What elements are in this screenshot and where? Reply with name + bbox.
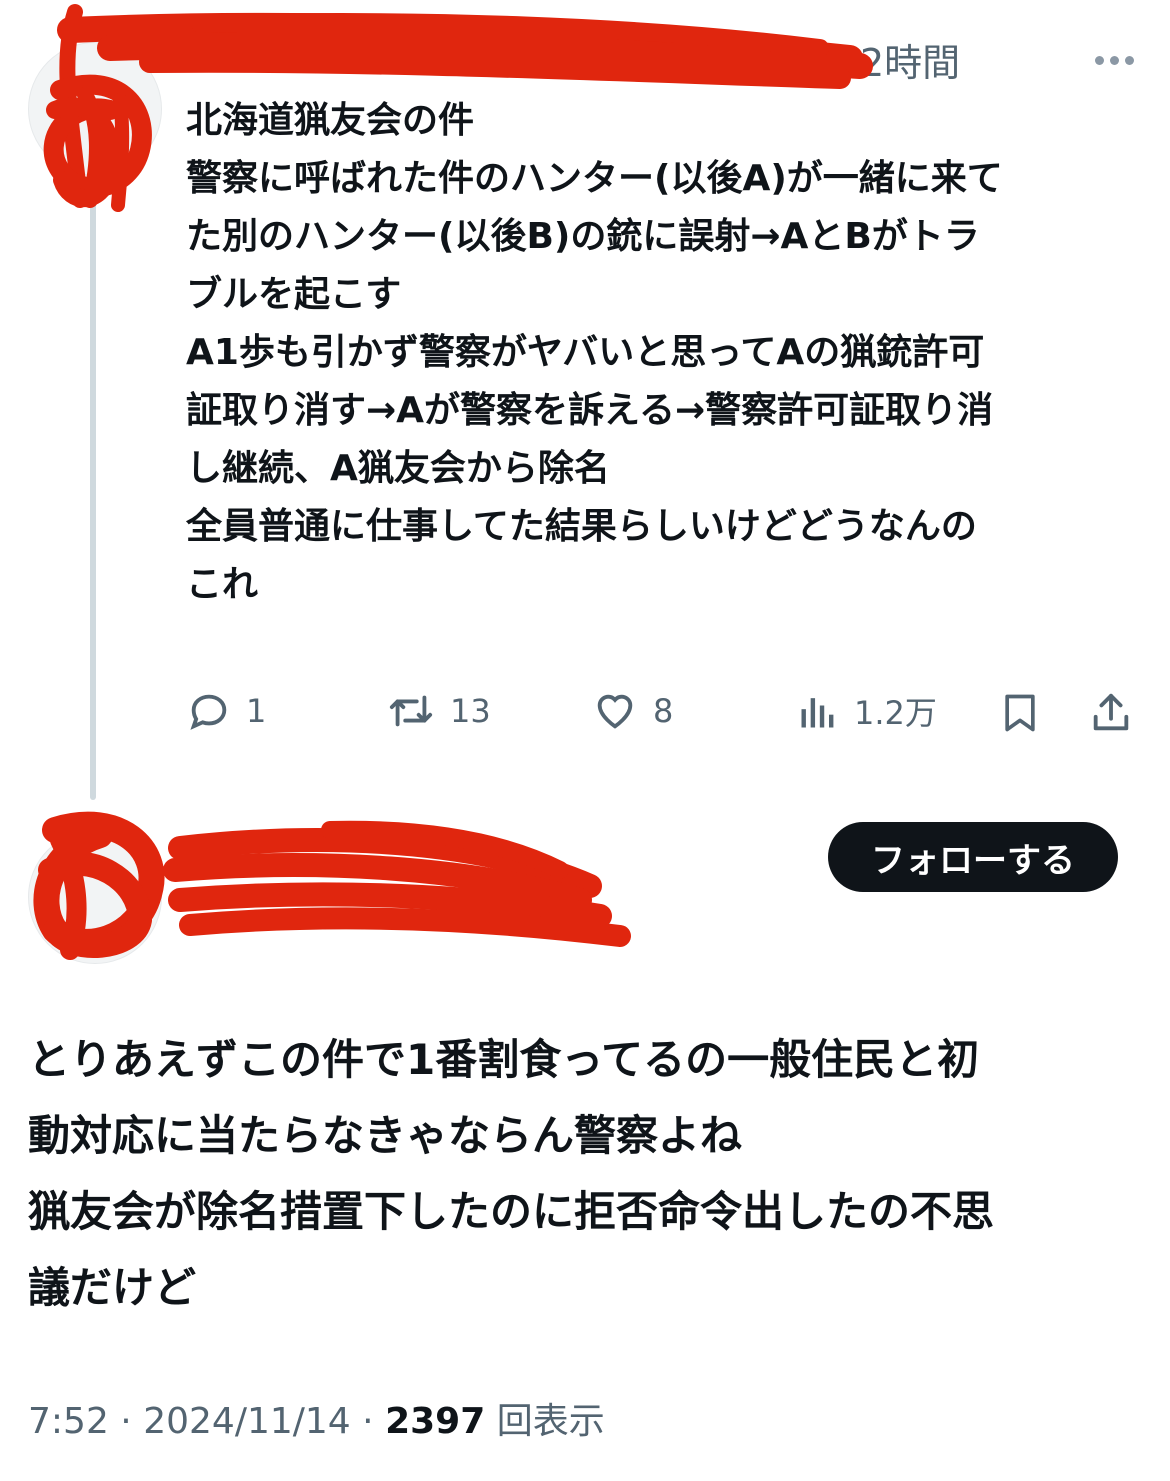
view-count: 2397 bbox=[385, 1401, 486, 1442]
reply-line: 議だけど bbox=[28, 1263, 197, 1312]
post-line: ブルを起こす bbox=[186, 274, 402, 315]
views-button[interactable]: 1.2万 bbox=[796, 688, 937, 734]
reply-button[interactable]: 1 bbox=[186, 688, 266, 734]
post-text: 北海道猟友会の件 警察に呼ばれた件のハンター(以後A)が一緒に来て た別のハンタ… bbox=[186, 92, 1156, 614]
meta-separator: · bbox=[120, 1401, 132, 1442]
like-button[interactable]: 8 bbox=[591, 688, 673, 734]
share-button[interactable] bbox=[1088, 688, 1148, 738]
view-count-label: 回表示 bbox=[496, 1401, 605, 1442]
post-meta: 7:52 · 2024/11/14 · 2397 回表示 bbox=[28, 1392, 605, 1444]
like-count: 8 bbox=[653, 692, 674, 730]
reply-text: とりあえずこの件で1番割食ってるの一般住民と初 動対応に当たらなきゃならん警察よ… bbox=[28, 1022, 1138, 1326]
views-count: 1.2万 bbox=[854, 694, 937, 732]
post-timestamp[interactable]: 2時間 bbox=[860, 32, 960, 87]
reply-line: 猟友会が除名措置下したのに拒否命令出したの不思 bbox=[28, 1187, 995, 1236]
reply-icon bbox=[190, 694, 227, 730]
reply-line: とりあえずこの件で1番割食ってるの一般住民と初 bbox=[28, 1035, 980, 1084]
post-line: た別のハンター(以後B)の銃に誤射→AとBがトラ bbox=[186, 216, 980, 257]
follow-button[interactable]: フォローする bbox=[828, 822, 1118, 892]
post-line: これ bbox=[186, 564, 259, 605]
meta-separator: · bbox=[362, 1401, 374, 1442]
repost-icon bbox=[389, 695, 433, 727]
reply-count: 1 bbox=[246, 692, 267, 730]
avatar[interactable] bbox=[28, 830, 162, 964]
post-line: 警察に呼ばれた件のハンター(以後A)が一緒に来て bbox=[186, 158, 1003, 199]
avatar[interactable] bbox=[28, 42, 162, 176]
bookmark-icon bbox=[1005, 694, 1035, 732]
post-line: し継続、A猟友会から除名 bbox=[186, 448, 610, 489]
analytics-icon bbox=[801, 698, 834, 728]
repost-button[interactable]: 13 bbox=[386, 688, 491, 734]
more-options-icon[interactable] bbox=[1095, 50, 1140, 69]
post-date[interactable]: 2024/11/14 bbox=[143, 1401, 351, 1442]
repost-count: 13 bbox=[450, 692, 491, 730]
post-line: 北海道猟友会の件 bbox=[186, 100, 475, 141]
post-line: 証取り消す→Aが警察を訴える→警察許可証取り消 bbox=[186, 390, 994, 431]
post-action-bar: 1 13 8 1.2万 bbox=[186, 688, 1146, 744]
reply-line: 動対応に当たらなきゃならん警察よね bbox=[28, 1111, 743, 1160]
post-line: A1歩も引かず警察がヤバいと思ってAの猟銃許可 bbox=[186, 332, 985, 373]
heart-icon bbox=[597, 694, 633, 729]
share-icon bbox=[1093, 693, 1129, 731]
bookmark-button[interactable] bbox=[998, 688, 1056, 738]
thread-connector-line bbox=[90, 200, 96, 800]
post-line: 全員普通に仕事してた結果らしいけどどうなんの bbox=[186, 506, 977, 547]
post-time[interactable]: 7:52 bbox=[28, 1401, 109, 1442]
